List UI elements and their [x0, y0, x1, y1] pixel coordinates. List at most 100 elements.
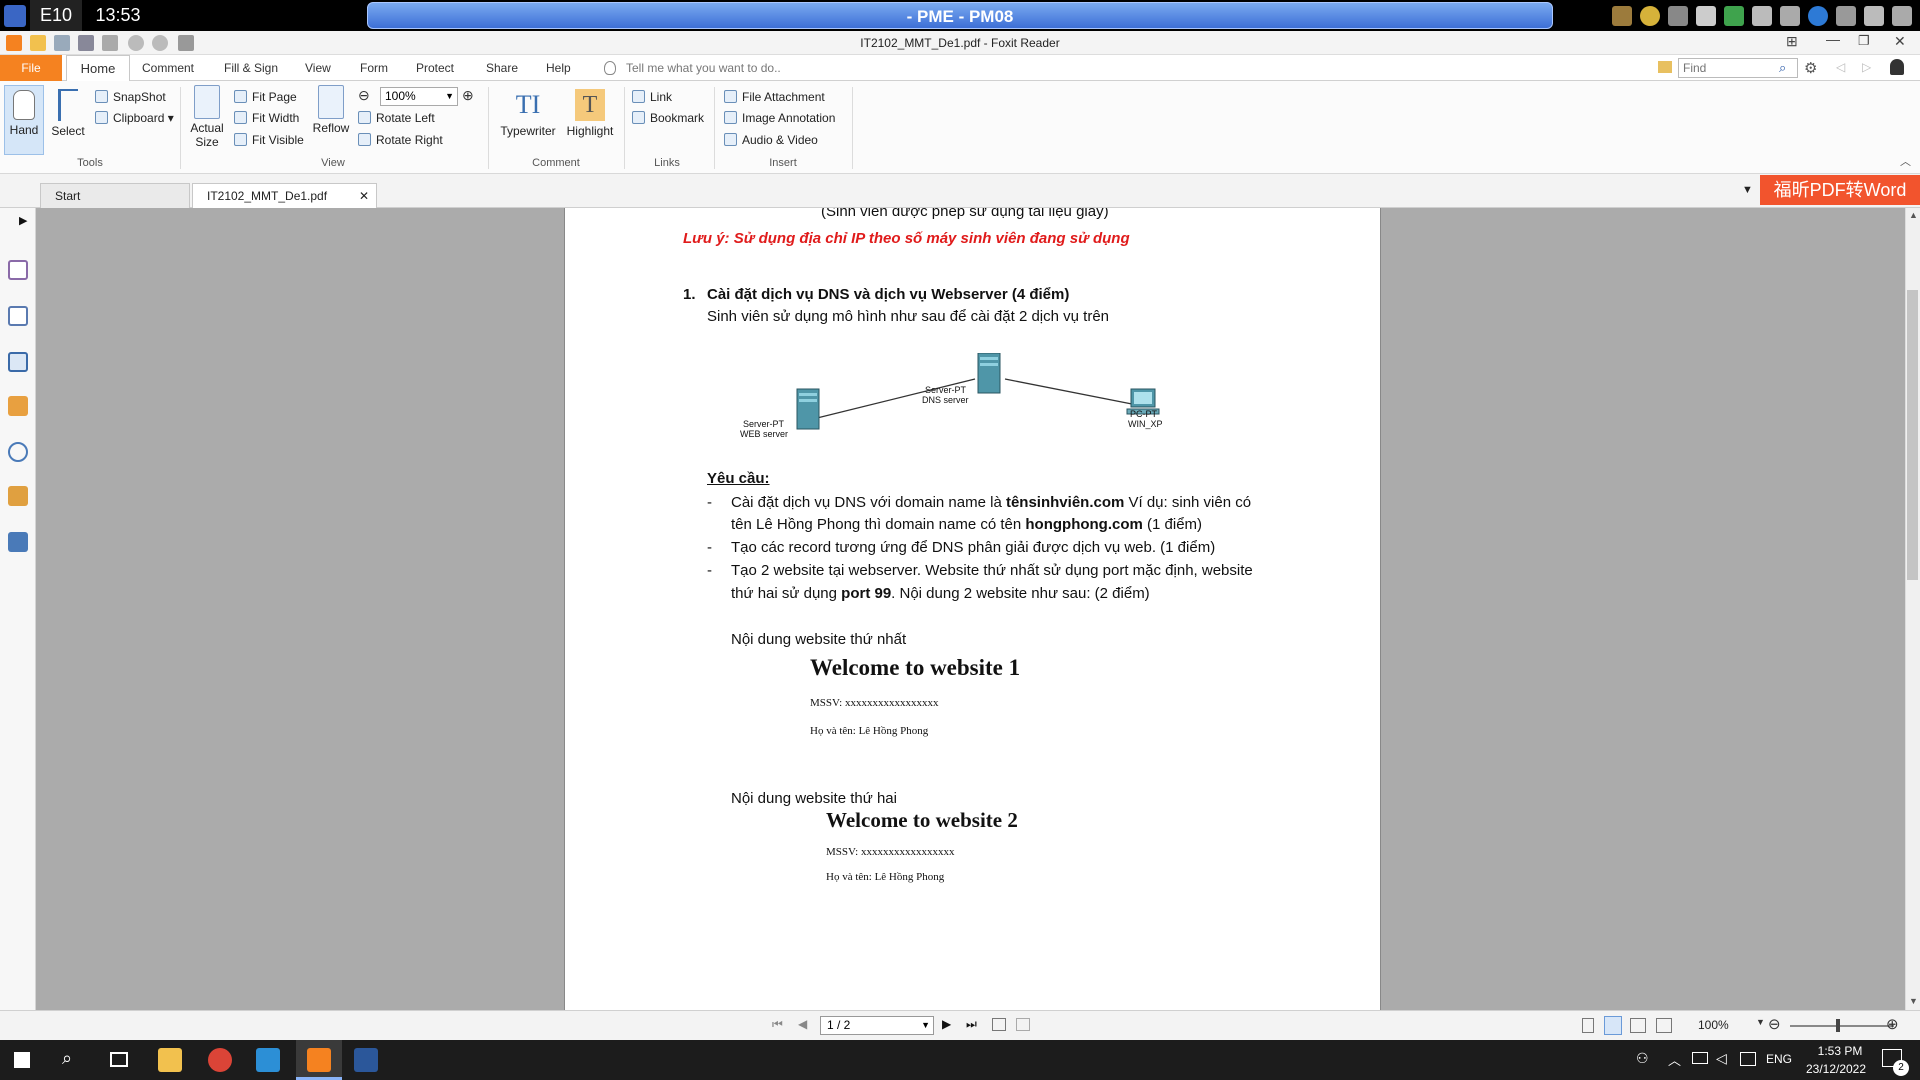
- typewriter-button[interactable]: TI Typewriter: [496, 85, 560, 138]
- continuous-page-icon[interactable]: [1604, 1016, 1622, 1035]
- tab-view[interactable]: View: [297, 55, 339, 81]
- tray-app-icon[interactable]: [1724, 6, 1744, 26]
- first-page-icon[interactable]: ⏮: [772, 1017, 783, 1032]
- search-icon[interactable]: ⌕: [62, 1048, 72, 1069]
- input-method-icon[interactable]: [1740, 1052, 1756, 1066]
- highlight-button[interactable]: T Highlight: [564, 85, 616, 138]
- tab-comment[interactable]: Comment: [134, 55, 202, 81]
- file-attachment-button[interactable]: File Attachment: [724, 87, 825, 107]
- previous-page-icon[interactable]: ◀: [798, 1017, 807, 1031]
- account-icon[interactable]: [1890, 59, 1904, 75]
- tray-app-icon[interactable]: [1696, 6, 1716, 26]
- scrollbar-thumb[interactable]: [1907, 290, 1918, 580]
- tab-start[interactable]: Start: [40, 183, 190, 208]
- zoom-out-icon[interactable]: ⊖: [1768, 1015, 1781, 1033]
- reflow-button[interactable]: Reflow: [310, 85, 352, 135]
- collapse-ribbon-icon[interactable]: ︿: [1900, 153, 1911, 169]
- tab-document[interactable]: IT2102_MMT_De1.pdf ✕: [192, 183, 377, 208]
- language-indicator[interactable]: ENG: [1766, 1052, 1792, 1066]
- scroll-up-icon[interactable]: ▲: [1909, 210, 1918, 220]
- chrome-icon[interactable]: [208, 1048, 232, 1072]
- network-icon[interactable]: [1692, 1052, 1708, 1064]
- pdf-to-word-promo-button[interactable]: 福昕PDF转Word: [1760, 175, 1920, 205]
- document-canvas[interactable]: (Sinh viên được phép sử dụng tài liệu gi…: [36, 208, 1905, 1010]
- page-number-field[interactable]: 1 / 2 ▼: [820, 1016, 934, 1035]
- globe-icon[interactable]: [1808, 6, 1828, 26]
- find-field[interactable]: ⌕: [1678, 58, 1798, 78]
- tab-home[interactable]: Home: [66, 55, 130, 82]
- image-annotation-button[interactable]: Image Annotation: [724, 108, 835, 128]
- next-page-icon[interactable]: ▶: [942, 1017, 951, 1031]
- pages-icon[interactable]: [8, 260, 28, 280]
- tray-app-icon[interactable]: [1836, 6, 1856, 26]
- search-icon[interactable]: ⌕: [1779, 60, 1786, 76]
- maximize-button[interactable]: ❐: [1858, 33, 1870, 49]
- zoom-level[interactable]: 100%: [1698, 1018, 1729, 1032]
- taskbar-date[interactable]: 23/12/2022: [1796, 1062, 1876, 1076]
- next-view-icon[interactable]: [1016, 1018, 1030, 1031]
- tab-form[interactable]: Form: [352, 55, 396, 81]
- snapshot-button[interactable]: SnapShot: [95, 87, 166, 107]
- restore-layout-icon[interactable]: ⊞: [1786, 33, 1798, 50]
- layers-icon[interactable]: [8, 352, 28, 372]
- hand-tool-button[interactable]: Hand: [4, 85, 44, 155]
- minimize-button[interactable]: —: [1826, 31, 1840, 47]
- facing-page-icon[interactable]: [1630, 1018, 1646, 1033]
- rotate-right-button[interactable]: Rotate Right: [358, 130, 443, 150]
- find-input[interactable]: [1679, 59, 1775, 77]
- single-page-icon[interactable]: [1582, 1018, 1594, 1033]
- fit-width-button[interactable]: Fit Width: [234, 108, 299, 128]
- tray-app-icon[interactable]: [1612, 6, 1632, 26]
- close-tab-icon[interactable]: ✕: [359, 184, 369, 208]
- prev-result-icon[interactable]: ◁: [1836, 60, 1845, 74]
- select-tool-button[interactable]: Select: [48, 85, 88, 138]
- people-icon[interactable]: ⚇: [1636, 1050, 1649, 1067]
- bookmark-button[interactable]: Bookmark: [632, 108, 704, 128]
- tab-share[interactable]: Share: [478, 55, 526, 81]
- tray-app-icon[interactable]: [1780, 6, 1800, 26]
- comments-icon[interactable]: [8, 396, 28, 416]
- signatures-icon[interactable]: [8, 532, 28, 552]
- rotate-left-button[interactable]: Rotate Left: [358, 108, 435, 128]
- tab-list-dropdown-icon[interactable]: ▼: [1742, 184, 1753, 196]
- tray-app-icon[interactable]: [1668, 6, 1688, 26]
- zoom-slider-thumb[interactable]: [1836, 1019, 1840, 1032]
- volume-icon[interactable]: ◁: [1716, 1050, 1727, 1067]
- tray-app-icon[interactable]: [1864, 6, 1884, 26]
- gear-icon[interactable]: ⚙: [1804, 59, 1817, 77]
- zoom-in-icon[interactable]: ⊕: [1886, 1015, 1899, 1033]
- tray-app-icon[interactable]: [1640, 6, 1660, 26]
- show-hidden-icons[interactable]: ︿: [1668, 1050, 1681, 1069]
- tab-protect[interactable]: Protect: [408, 55, 462, 81]
- scroll-down-icon[interactable]: ▼: [1909, 996, 1918, 1006]
- tray-app-icon[interactable]: [1892, 6, 1912, 26]
- tab-help[interactable]: Help: [538, 55, 579, 81]
- fit-visible-button[interactable]: Fit Visible: [234, 130, 304, 150]
- zoom-out-icon[interactable]: ⊖: [358, 87, 370, 104]
- tab-file[interactable]: File: [0, 55, 62, 81]
- attachments-icon[interactable]: [8, 442, 28, 462]
- zoom-select[interactable]: 100% ▼: [380, 87, 458, 106]
- link-button[interactable]: Link: [632, 87, 672, 107]
- actual-size-button[interactable]: Actual Size: [187, 85, 227, 149]
- zoom-dropdown-icon[interactable]: ▼: [1756, 1017, 1765, 1027]
- app-icon[interactable]: [256, 1048, 280, 1072]
- zoom-slider[interactable]: [1790, 1025, 1894, 1027]
- fit-page-button[interactable]: Fit Page: [234, 87, 297, 107]
- foxit-taskbar-button[interactable]: [296, 1040, 342, 1080]
- taskbar-time[interactable]: 1:53 PM: [1804, 1044, 1876, 1058]
- previous-view-icon[interactable]: [992, 1018, 1006, 1031]
- continuous-facing-icon[interactable]: [1656, 1018, 1672, 1033]
- zoom-in-icon[interactable]: ⊕: [462, 87, 474, 104]
- clipboard-button[interactable]: Clipboard ▾: [95, 108, 174, 128]
- tab-fill-sign[interactable]: Fill & Sign: [216, 55, 286, 81]
- word-icon[interactable]: [354, 1048, 378, 1072]
- next-result-icon[interactable]: ▷: [1862, 60, 1871, 74]
- tell-me-search[interactable]: Tell me what you want to do..: [618, 55, 789, 81]
- expand-panel-icon[interactable]: ▶: [19, 214, 27, 227]
- audio-video-button[interactable]: Audio & Video: [724, 130, 818, 150]
- security-lock-icon[interactable]: [8, 486, 28, 506]
- tray-app-icon[interactable]: [1752, 6, 1772, 26]
- close-button[interactable]: ✕: [1894, 33, 1906, 50]
- folder-search-icon[interactable]: [1658, 61, 1672, 73]
